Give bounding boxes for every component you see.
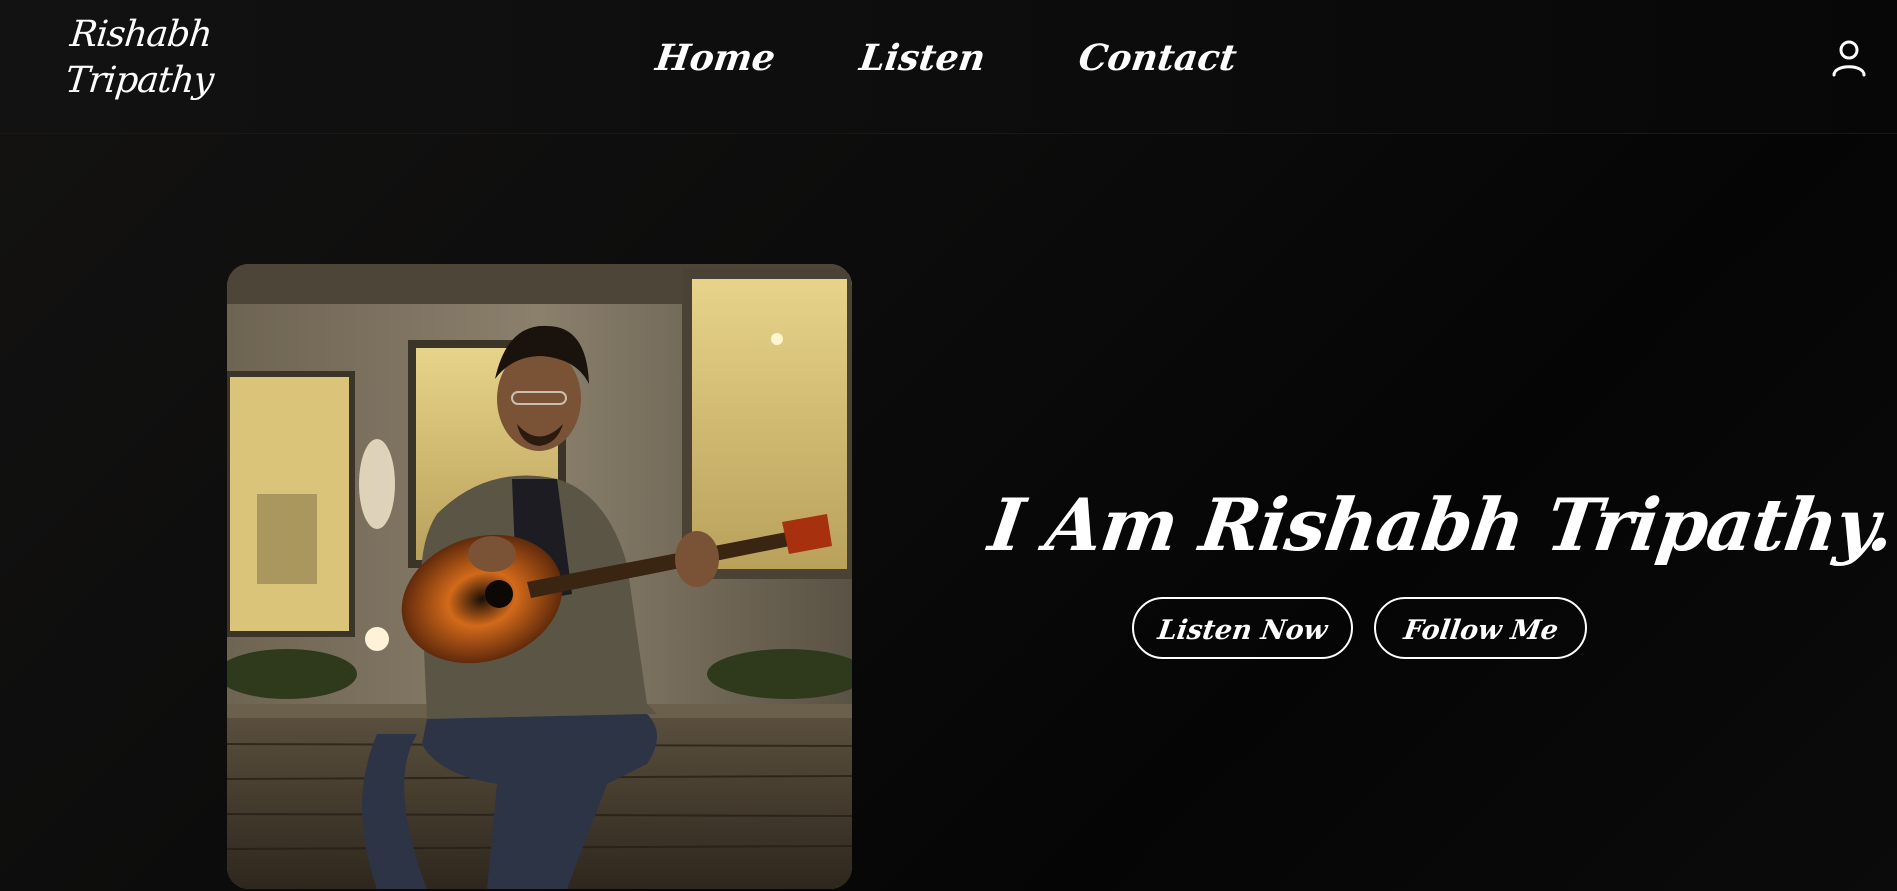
follow-me-label: Follow Me <box>1401 615 1560 646</box>
site-header: Rishabh Tripathy Home Listen Contact <box>0 0 1897 134</box>
listen-now-label: Listen Now <box>1155 615 1330 646</box>
guitarist-photo-illustration <box>227 264 852 889</box>
follow-me-button[interactable]: Follow Me <box>1374 597 1587 659</box>
hero-photo <box>227 264 852 889</box>
nav-link-listen[interactable]: Listen <box>856 30 989 86</box>
site-logo[interactable]: Rishabh Tripathy <box>63 12 233 104</box>
hero-title: I Am Rishabh Tripathy. <box>984 482 1897 567</box>
nav-link-contact[interactable]: Contact <box>1075 30 1240 86</box>
listen-now-button[interactable]: Listen Now <box>1132 597 1353 659</box>
user-icon <box>1832 40 1866 77</box>
nav-link-home[interactable]: Home <box>652 30 779 86</box>
account-button[interactable] <box>1830 38 1868 78</box>
